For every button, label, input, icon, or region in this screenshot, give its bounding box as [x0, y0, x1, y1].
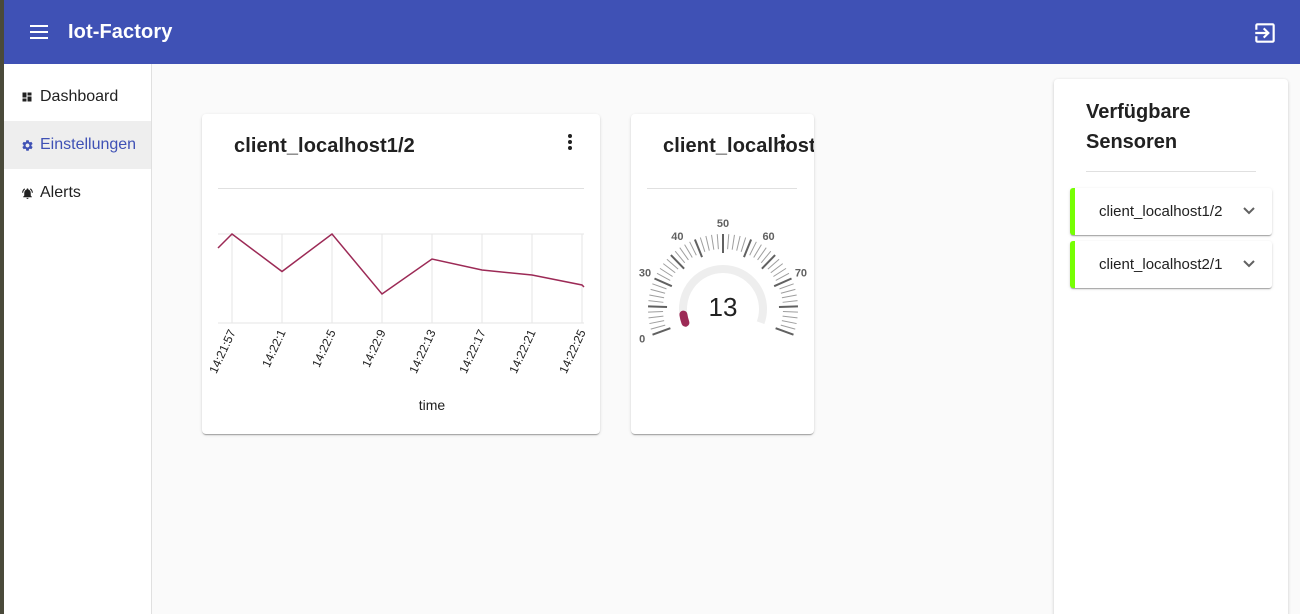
gauge-tick — [740, 237, 747, 252]
nav-item-einstellungen[interactable]: Einstellungen — [4, 121, 151, 169]
dashboard-icon — [20, 90, 34, 104]
panel-divider — [1086, 171, 1256, 172]
gauge-tick — [689, 241, 697, 256]
chevron-down-icon[interactable] — [1242, 206, 1256, 216]
gauge-tick — [650, 324, 666, 330]
nav-item-label: Einstellungen — [40, 136, 137, 153]
sensor-item[interactable]: client_localhost1/2 — [1070, 188, 1272, 235]
gauge-tick — [781, 320, 797, 325]
x-tick-label: 14:22:21 — [506, 327, 539, 376]
gauge-tick — [780, 324, 796, 330]
gauge-tick — [656, 272, 671, 281]
gauge-tick — [782, 300, 798, 303]
gauge-tick — [727, 234, 730, 250]
gauge-tick — [711, 234, 715, 250]
gauge-tick — [648, 305, 668, 309]
app-root: Iot-Factory Dashboard Einstellungen Aler… — [4, 0, 1300, 614]
gauge-tick — [716, 234, 719, 250]
gauge-tick — [652, 327, 671, 336]
gauge-tick — [775, 327, 794, 336]
series-line — [217, 232, 585, 296]
gauge-tick — [780, 288, 796, 294]
panel-title: Verfügbare Sensoren — [1086, 101, 1191, 153]
chevron-down-icon[interactable] — [1242, 259, 1256, 269]
gauge: 0 30 40 50 60 70 13 — [639, 218, 807, 345]
gauge-tick — [649, 294, 665, 299]
nav-item-label: Alerts — [40, 184, 81, 201]
nav-item-label: Dashboard — [40, 88, 119, 105]
gauge-tick — [779, 283, 794, 290]
gauge-scale-label: 70 — [795, 268, 807, 280]
top-toolbar: Iot-Factory — [4, 0, 1300, 64]
gauge-tick — [649, 320, 665, 325]
sensor-panel: Verfügbare Sensoren client_localhost1/2 … — [1054, 79, 1288, 614]
x-tick-label: 14:22:9 — [359, 327, 389, 369]
gauge-card: client_localhost1/2 03040506070 13 — [631, 114, 814, 434]
gauge-scale-label: 50 — [717, 218, 729, 230]
gauge-tick — [699, 237, 706, 252]
gauge-tick — [782, 315, 798, 319]
logout-icon[interactable] — [1252, 20, 1278, 46]
gauge-tick — [648, 300, 664, 303]
gauge-scale-label: 0 — [639, 333, 645, 345]
gauge-scale-label: 30 — [639, 268, 651, 280]
x-tick-label: 14:22:17 — [456, 327, 489, 376]
x-tick-label: 14:22:1 — [259, 327, 289, 369]
gauge-tick — [648, 311, 664, 313]
gauge-tick — [648, 315, 664, 319]
menu-icon[interactable] — [26, 20, 54, 44]
gauge-tick — [650, 288, 666, 294]
nav-item-dashboard[interactable]: Dashboard — [4, 73, 151, 121]
x-axis-label: time — [419, 397, 446, 413]
x-tick-label: 14:22:13 — [406, 327, 439, 376]
sensor-item[interactable]: client_localhost2/1 — [1070, 241, 1272, 288]
gauge-tick — [736, 235, 741, 251]
gauge-tick — [761, 254, 776, 270]
gauge-tick — [670, 254, 685, 270]
app-title: Iot-Factory — [68, 21, 173, 43]
line-chart-card: client_localhost1/2 14:21:57 14:22:1 14:22… — [202, 114, 600, 434]
gauge-value: 13 — [709, 292, 738, 322]
alert-bell-icon — [20, 186, 34, 200]
nav-item-alerts[interactable]: Alerts — [4, 169, 151, 217]
x-tick-label: 14:21:57 — [206, 327, 239, 376]
line-chart: 14:21:57 14:22:1 14:22:5 14:22:9 14:22:13 14:… — [206, 232, 589, 413]
gauge-tick — [782, 311, 798, 313]
gauge-tick — [775, 272, 790, 281]
gauge-tick — [778, 305, 798, 309]
gauge-scale-label: 60 — [762, 231, 774, 243]
sensor-label: client_localhost2/1 — [1099, 256, 1223, 273]
sensor-label: client_localhost1/2 — [1099, 203, 1223, 220]
gauge-scale-label: 40 — [671, 231, 683, 243]
gauge-tick — [731, 234, 735, 250]
gauge-tick — [781, 294, 797, 299]
side-navigation: Dashboard Einstellungen Alerts — [4, 64, 152, 614]
gauge-tick — [749, 241, 757, 256]
settings-icon — [20, 138, 34, 152]
gauge-value-arc — [679, 310, 690, 327]
gauge-tick — [652, 283, 667, 290]
gauge-tick — [705, 235, 710, 251]
x-tick-label: 14:22:25 — [556, 327, 589, 376]
x-tick-label: 14:22:5 — [309, 327, 339, 369]
